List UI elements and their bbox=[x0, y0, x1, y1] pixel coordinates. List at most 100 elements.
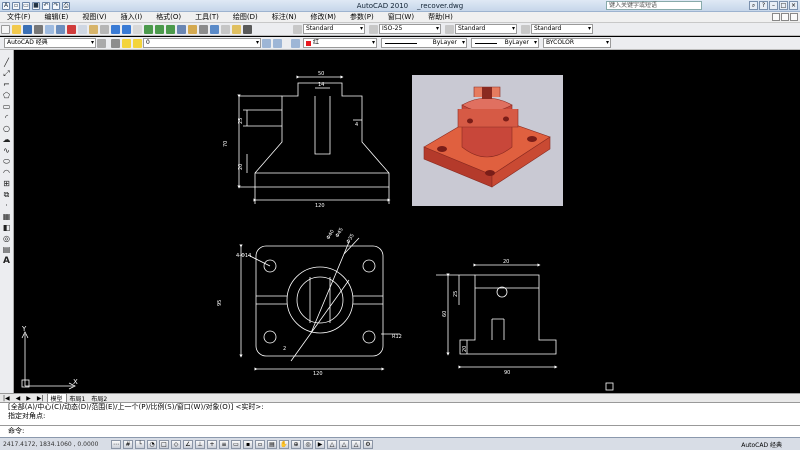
layout-quickview-toggle[interactable]: ▫ bbox=[255, 439, 265, 449]
match-prop-icon[interactable] bbox=[100, 24, 109, 34]
search-icon[interactable]: ⌕ bbox=[749, 1, 758, 10]
table-icon[interactable]: ▤ bbox=[2, 245, 12, 255]
3dosnap-toggle[interactable]: ◇ bbox=[171, 439, 181, 449]
rectangle-icon[interactable]: ▭ bbox=[2, 102, 12, 112]
new-icon[interactable] bbox=[1, 24, 10, 34]
menu-dimension[interactable]: 标注(N) bbox=[265, 12, 304, 22]
zoom-icon[interactable]: ⊕ bbox=[291, 439, 301, 449]
markup-icon[interactable] bbox=[221, 24, 230, 34]
close-button[interactable]: × bbox=[789, 1, 798, 10]
gradient-icon[interactable]: ◧ bbox=[2, 223, 12, 233]
polar-toggle[interactable]: ◔ bbox=[147, 439, 157, 449]
new-file-icon[interactable]: ▫ bbox=[12, 1, 20, 10]
make-block-icon[interactable]: ⧉ bbox=[2, 190, 12, 200]
ellipse-icon[interactable]: ⬭ bbox=[2, 157, 12, 167]
qp-toggle[interactable]: ▭ bbox=[231, 439, 241, 449]
linetype-select[interactable]: ByLayer bbox=[381, 38, 467, 48]
arc-icon[interactable]: ◜ bbox=[2, 113, 12, 123]
construction-line-icon[interactable]: ⤢ bbox=[2, 69, 12, 79]
maximize-button[interactable]: □ bbox=[779, 1, 788, 10]
workspace-select[interactable]: AutoCAD 经典 bbox=[4, 38, 96, 48]
copy-icon[interactable] bbox=[78, 24, 87, 34]
search-input[interactable]: 键入关键字或短语 bbox=[606, 1, 702, 10]
plot-icon[interactable]: ⎙ bbox=[62, 1, 70, 10]
menu-draw[interactable]: 绘图(D) bbox=[226, 12, 265, 22]
layer-manager-icon[interactable] bbox=[111, 38, 120, 48]
undo-icon[interactable]: ↶ bbox=[42, 1, 50, 10]
properties-icon[interactable] bbox=[177, 24, 186, 34]
ducs-toggle[interactable]: ⊥ bbox=[195, 439, 205, 449]
help-icon[interactable] bbox=[243, 24, 252, 34]
auto-scale-icon[interactable]: △ bbox=[351, 439, 361, 449]
open-file-icon[interactable]: ▭ bbox=[22, 1, 30, 10]
design-center-icon[interactable] bbox=[188, 24, 197, 34]
line-icon[interactable]: ╱ bbox=[2, 58, 12, 68]
workspace-settings-icon[interactable] bbox=[97, 38, 106, 48]
ortho-toggle[interactable]: └ bbox=[135, 439, 145, 449]
menu-tools[interactable]: 工具(T) bbox=[188, 12, 226, 22]
drawing-canvas[interactable]: 50 14 120 70 25 20 4 Φ40 Φ45 Φ35 4-Φ14 9… bbox=[15, 50, 800, 393]
annotation-visibility-icon[interactable]: △ bbox=[339, 439, 349, 449]
model-toggle[interactable]: ▪ bbox=[243, 439, 253, 449]
mleader-style-select[interactable]: Standard bbox=[531, 24, 593, 34]
polyline-icon[interactable]: ⌐ bbox=[2, 80, 12, 90]
polygon-icon[interactable]: ⬠ bbox=[2, 91, 12, 101]
menu-file[interactable]: 文件(F) bbox=[0, 12, 38, 22]
print-icon[interactable] bbox=[34, 24, 43, 34]
tool-palette-icon[interactable] bbox=[199, 24, 208, 34]
tab-nav-first[interactable]: |◀ bbox=[0, 395, 13, 402]
menu-modify[interactable]: 修改(M) bbox=[303, 12, 343, 22]
menu-insert[interactable]: 插入(I) bbox=[114, 12, 150, 22]
redo-icon[interactable] bbox=[122, 24, 131, 34]
pan-icon[interactable] bbox=[133, 24, 142, 34]
workspace-status-label[interactable]: AutoCAD 经典 bbox=[741, 440, 800, 449]
color-select[interactable]: 红 bbox=[303, 38, 377, 48]
snap-toggle[interactable]: ⋯ bbox=[111, 439, 121, 449]
pan-icon[interactable]: ✋ bbox=[279, 439, 289, 449]
drawing-quickview-toggle[interactable]: ▤ bbox=[267, 439, 277, 449]
showmotion-icon[interactable]: ▶ bbox=[315, 439, 325, 449]
menu-window[interactable]: 窗口(W) bbox=[381, 12, 421, 22]
menu-parametric[interactable]: 参数(P) bbox=[343, 12, 381, 22]
tab-nav-next[interactable]: ▶ bbox=[23, 395, 34, 402]
circle-icon[interactable]: ○ bbox=[2, 124, 12, 134]
layer-previous-icon[interactable] bbox=[273, 38, 282, 48]
menu-view[interactable]: 视图(V) bbox=[75, 12, 113, 22]
cut-icon[interactable] bbox=[67, 24, 76, 34]
insert-block-icon[interactable]: ⊞ bbox=[2, 179, 12, 189]
lwt-toggle[interactable]: ≡ bbox=[219, 439, 229, 449]
save-icon[interactable]: ■ bbox=[32, 1, 40, 10]
mtext-icon[interactable]: A bbox=[2, 256, 12, 266]
undo-icon[interactable] bbox=[111, 24, 120, 34]
revision-cloud-icon[interactable]: ☁ bbox=[2, 135, 12, 145]
lineweight-select[interactable]: ByLayer bbox=[471, 38, 539, 48]
open-icon[interactable] bbox=[12, 24, 21, 34]
sheet-set-icon[interactable] bbox=[210, 24, 219, 34]
menu-format[interactable]: 格式(O) bbox=[149, 12, 188, 22]
doc-close-button[interactable] bbox=[790, 13, 798, 21]
text-style-select[interactable]: Standard bbox=[303, 24, 365, 34]
dim-style-select[interactable]: ISO-25 bbox=[379, 24, 441, 34]
region-icon[interactable]: ◎ bbox=[2, 234, 12, 244]
help-icon[interactable]: ? bbox=[759, 1, 768, 10]
make-current-icon[interactable] bbox=[262, 38, 271, 48]
menu-edit[interactable]: 编辑(E) bbox=[38, 12, 76, 22]
layer-select[interactable]: 0 bbox=[143, 38, 261, 48]
doc-minimize-button[interactable] bbox=[772, 13, 780, 21]
steering-wheel-icon[interactable]: ◎ bbox=[303, 439, 313, 449]
layer-tools-icon[interactable] bbox=[291, 38, 300, 48]
doc-restore-button[interactable] bbox=[781, 13, 789, 21]
menu-help[interactable]: 帮助(H) bbox=[421, 12, 460, 22]
publish-icon[interactable] bbox=[56, 24, 65, 34]
grid-toggle[interactable]: # bbox=[123, 439, 133, 449]
zoom-window-icon[interactable] bbox=[155, 24, 164, 34]
save-icon[interactable] bbox=[23, 24, 32, 34]
hatch-icon[interactable]: ▦ bbox=[2, 212, 12, 222]
dyn-toggle[interactable]: + bbox=[207, 439, 217, 449]
table-style-select[interactable]: Standard bbox=[455, 24, 517, 34]
command-input[interactable]: 命令: bbox=[0, 425, 800, 437]
annotation-scale-icon[interactable]: △ bbox=[327, 439, 337, 449]
ellipse-arc-icon[interactable]: ◠ bbox=[2, 168, 12, 178]
redo-icon[interactable]: ↷ bbox=[52, 1, 60, 10]
preview-icon[interactable] bbox=[45, 24, 54, 34]
